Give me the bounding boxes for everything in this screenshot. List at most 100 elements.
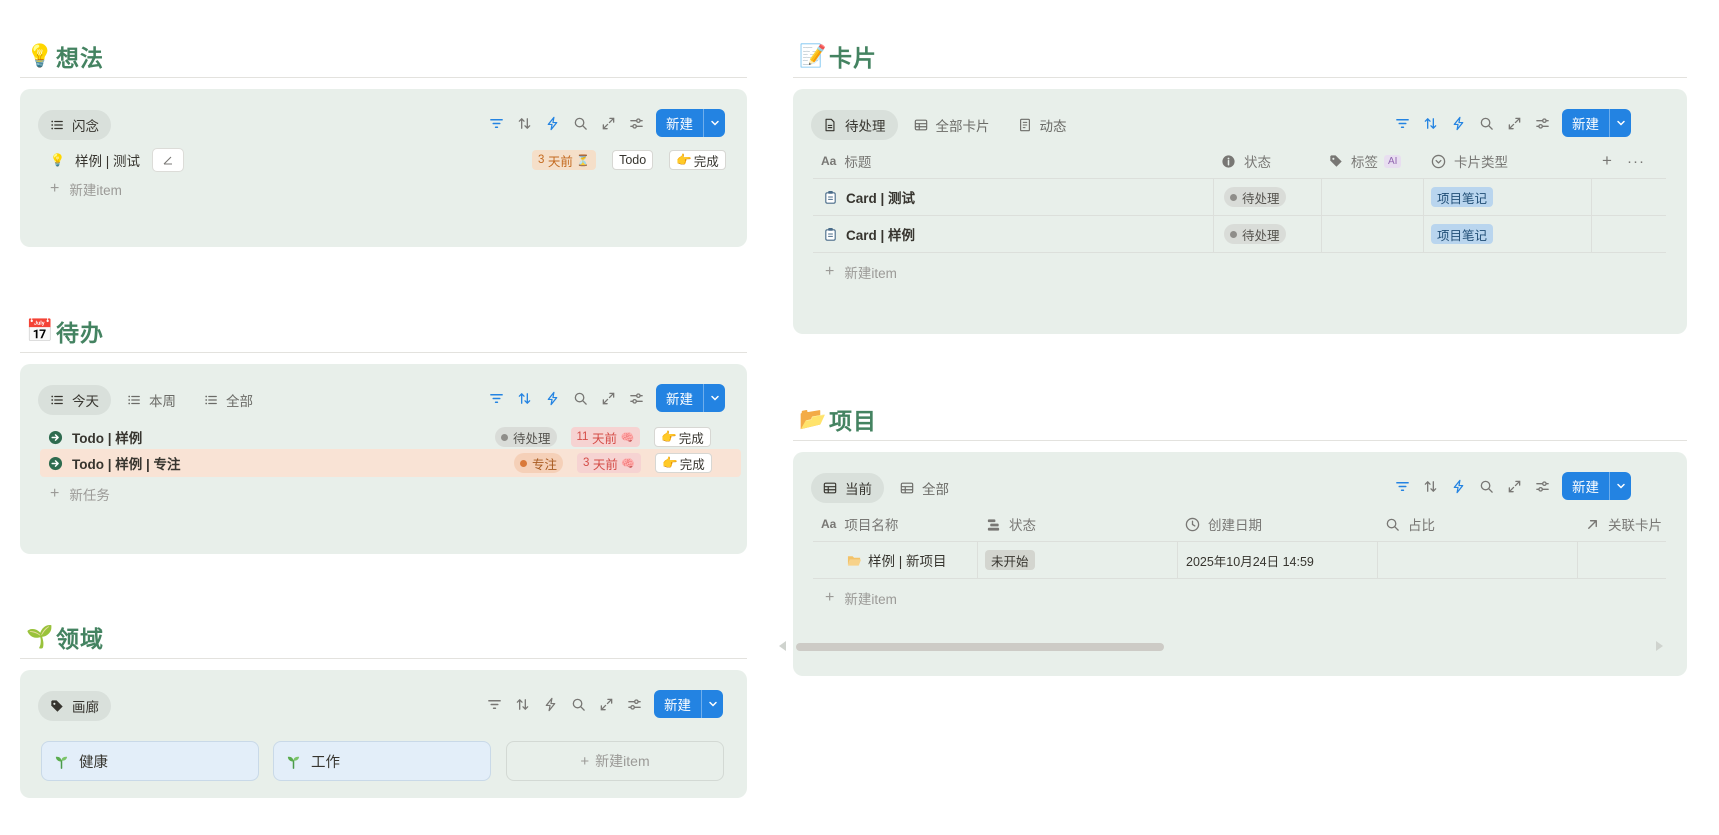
expand-icon[interactable] [592, 690, 620, 718]
chevron-down-icon[interactable] [1609, 109, 1631, 137]
chevron-down-icon[interactable] [703, 384, 725, 412]
card-title: 工作 [311, 754, 340, 771]
chevron-down-icon[interactable] [703, 109, 725, 137]
new-button[interactable]: 新建 [1562, 472, 1631, 500]
column-header-ratio[interactable]: 占比 [1385, 512, 1435, 536]
column-header-name[interactable]: Aa 项目名称 [821, 512, 898, 536]
search-icon[interactable] [566, 109, 594, 137]
horizontal-scrollbar[interactable] [796, 643, 1164, 651]
list-item[interactable]: Todo | 样例 待处理 11 天前 🧠 👉 完成 [48, 423, 740, 451]
lightbulb-icon: 💡 [26, 42, 54, 68]
add-item-button[interactable]: + 新建item [50, 179, 122, 199]
filter-icon[interactable] [1388, 472, 1416, 500]
sort-icon[interactable] [510, 109, 538, 137]
table-row[interactable]: Card | 测试 [823, 179, 915, 215]
column-label: 状态 [1009, 518, 1036, 533]
automation-icon[interactable] [538, 109, 566, 137]
tab-today[interactable]: 今天 [38, 385, 111, 415]
automation-icon[interactable] [1444, 109, 1472, 137]
gallery-card-health[interactable]: 健康 [41, 741, 259, 781]
tab-this-week[interactable]: 本周 [115, 385, 188, 415]
list-item[interactable]: Todo | 样例 | 专注 专注 3 天前 🧠 👉 完成 [48, 449, 740, 477]
type-cell[interactable]: 项目笔记 [1431, 216, 1494, 252]
expand-icon[interactable] [594, 109, 622, 137]
tab-label: 本周 [149, 394, 176, 409]
add-column-icon[interactable]: + [1602, 149, 1612, 173]
status-cell[interactable]: 未开始 [985, 542, 1035, 578]
column-header-status[interactable]: 状态 [986, 512, 1036, 536]
new-button-label: 新建 [1572, 480, 1599, 495]
column-header-linked-cards[interactable]: 关联卡片 [1585, 512, 1662, 536]
filter-icon[interactable] [482, 109, 510, 137]
tab-pending[interactable]: 待处理 [811, 110, 898, 140]
edit-icon[interactable] [151, 148, 184, 172]
column-header-created[interactable]: 创建日期 [1185, 512, 1262, 536]
tab-all[interactable]: 全部 [888, 473, 961, 503]
settings-icon[interactable] [622, 109, 650, 137]
column-header-tags[interactable]: 标签 AI [1329, 149, 1402, 173]
tab-current[interactable]: 当前 [811, 473, 884, 503]
new-button[interactable]: 新建 [656, 384, 725, 412]
add-item-button[interactable]: + 新建item [825, 588, 897, 608]
chevron-down-icon[interactable] [701, 690, 723, 718]
expand-icon[interactable] [1500, 109, 1528, 137]
type-cell[interactable]: 项目笔记 [1431, 179, 1494, 215]
filter-icon[interactable] [1388, 109, 1416, 137]
scroll-left-arrow[interactable] [779, 641, 786, 651]
add-item-button[interactable]: + 新建item [825, 262, 897, 282]
automation-icon[interactable] [536, 690, 564, 718]
tab-label: 全部 [922, 482, 949, 497]
status-dot [1230, 230, 1237, 238]
settings-icon[interactable] [1528, 472, 1556, 500]
new-button[interactable]: 新建 [654, 690, 723, 718]
add-item-card[interactable]: + 新建item [506, 741, 724, 781]
status-cell[interactable]: 待处理 [1224, 179, 1286, 215]
status-cell[interactable]: 待处理 [1224, 216, 1286, 252]
search-icon[interactable] [566, 384, 594, 412]
list-item[interactable]: 💡 样例 | 测试 3 天前 ⏳ Todo 👉 完成 [50, 146, 740, 174]
add-task-button[interactable]: + 新任务 [50, 484, 110, 504]
settings-icon[interactable] [620, 690, 648, 718]
filter-icon[interactable] [482, 384, 510, 412]
sort-icon[interactable] [510, 384, 538, 412]
brain-icon: 🧠 [620, 431, 635, 444]
scroll-right-arrow[interactable] [1656, 641, 1663, 651]
table-row[interactable]: 样例 | 新项目 [847, 542, 947, 578]
settings-icon[interactable] [622, 384, 650, 412]
tab-flash-ideas[interactable]: 闪念 [38, 110, 111, 140]
chevron-down-icon[interactable] [1609, 472, 1631, 500]
expand-icon[interactable] [1500, 472, 1528, 500]
status-badge: 专注 [514, 453, 564, 473]
tab-gallery[interactable]: 画廊 [38, 691, 111, 721]
new-button[interactable]: 新建 [1562, 109, 1631, 137]
search-icon[interactable] [1472, 472, 1500, 500]
done-button[interactable]: 👉 完成 [669, 150, 726, 170]
new-button[interactable]: 新建 [656, 109, 725, 137]
status-dot [501, 433, 508, 441]
settings-icon[interactable] [1528, 109, 1556, 137]
search-icon[interactable] [564, 690, 592, 718]
tab-all-cards[interactable]: 全部卡片 [902, 110, 1002, 140]
folder-open-icon [847, 553, 862, 568]
sort-icon[interactable] [1416, 472, 1444, 500]
sort-icon[interactable] [1416, 109, 1444, 137]
done-button[interactable]: 👉 完成 [655, 453, 712, 473]
tab-activity[interactable]: 动态 [1006, 110, 1079, 140]
filter-icon[interactable] [480, 690, 508, 718]
automation-icon[interactable] [1444, 472, 1472, 500]
search-icon[interactable] [1472, 109, 1500, 137]
more-options-icon[interactable]: ··· [1627, 149, 1645, 173]
sort-icon[interactable] [508, 690, 536, 718]
column-header-status[interactable]: 状态 [1221, 149, 1271, 173]
expand-icon[interactable] [594, 384, 622, 412]
table-row[interactable]: Card | 样例 [823, 216, 915, 252]
plus-icon: + [825, 263, 835, 280]
done-button[interactable]: 👉 完成 [654, 427, 711, 447]
status-icon [986, 517, 1001, 532]
column-header-title[interactable]: Aa 标题 [821, 149, 871, 173]
automation-icon[interactable] [538, 384, 566, 412]
gallery-card-work[interactable]: 工作 [273, 741, 491, 781]
column-header-card-type[interactable]: 卡片类型 [1431, 149, 1508, 173]
tab-all[interactable]: 全部 [192, 385, 265, 415]
status-badge[interactable]: Todo [612, 150, 654, 170]
